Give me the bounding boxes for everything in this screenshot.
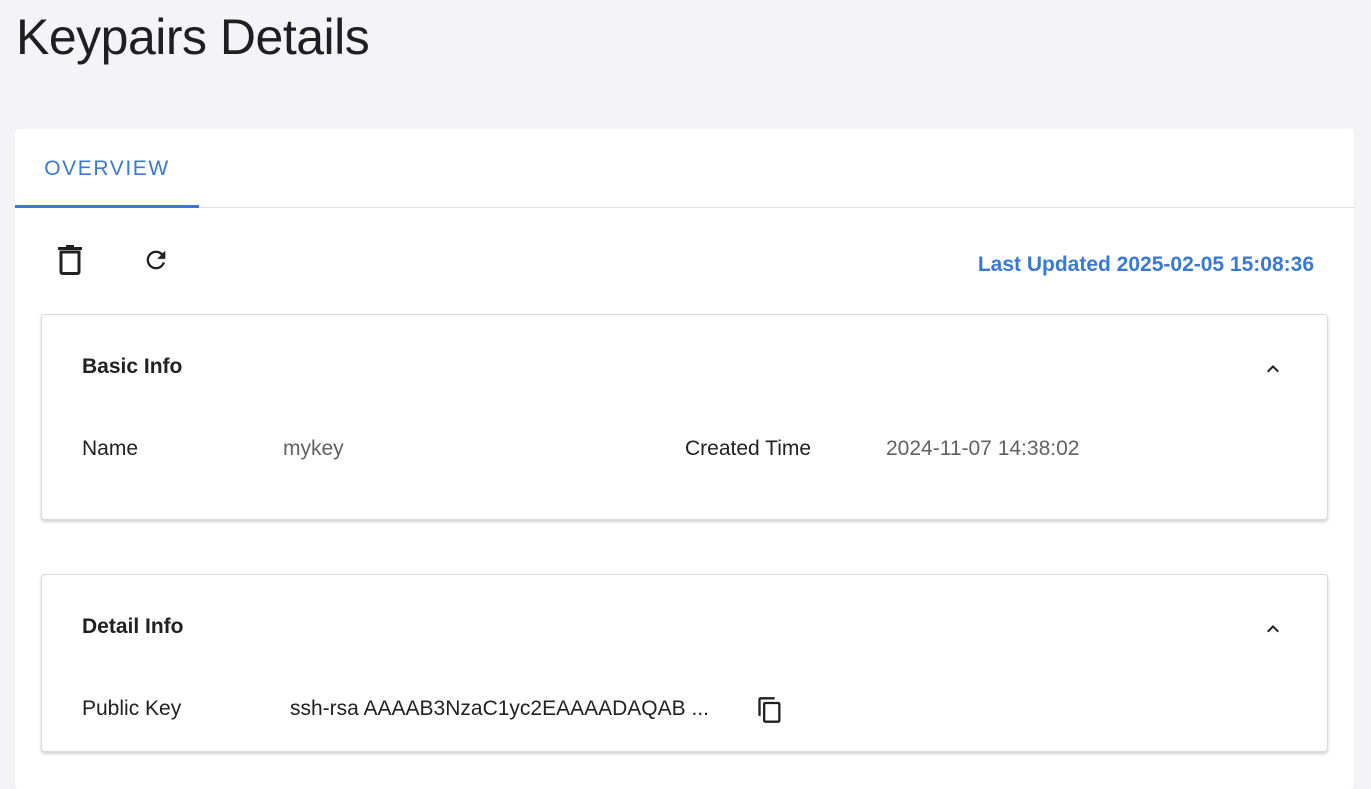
public-key-value: ssh-rsa AAAAB3NzaC1yc2EAAAADAQAB ...	[290, 697, 709, 720]
name-label: Name	[82, 437, 139, 460]
refresh-button[interactable]	[136, 240, 176, 280]
last-updated-text: Last Updated 2025-02-05 15:08:36	[977, 253, 1314, 276]
toolbar: Last Updated 2025-02-05 15:08:36	[15, 208, 1354, 308]
created-time-label: Created Time	[685, 437, 812, 460]
public-key-label: Public Key	[82, 697, 182, 720]
created-time-value: 2024-11-07 14:38:02	[886, 437, 1080, 460]
copy-button[interactable]	[755, 695, 785, 725]
basic-info-panel: Basic Info Name mykey Created Time 2024-…	[41, 314, 1328, 520]
tab-overview-label: OVERVIEW	[44, 156, 170, 180]
delete-icon	[58, 245, 82, 275]
chevron-up-icon	[1267, 365, 1279, 373]
refresh-icon	[146, 250, 166, 270]
chevron-up-icon	[1267, 625, 1279, 633]
tab-overview[interactable]: OVERVIEW	[15, 129, 199, 208]
detail-info-panel: Detail Info Public Key ssh-rsa AAAAB3Nza…	[41, 574, 1328, 752]
delete-button[interactable]	[50, 240, 90, 280]
name-value: mykey	[283, 437, 344, 460]
copy-icon	[758, 697, 781, 723]
detail-info-collapse-button[interactable]	[1259, 615, 1287, 643]
main-card: OVERVIEW Last Updated 2025-02-05 15:08:3…	[15, 129, 1354, 789]
detail-info-title: Detail Info	[82, 615, 184, 638]
page-title: Keypairs Details	[16, 9, 370, 65]
basic-info-title: Basic Info	[82, 355, 183, 378]
basic-info-collapse-button[interactable]	[1259, 355, 1287, 383]
tab-bar: OVERVIEW	[15, 129, 1354, 208]
